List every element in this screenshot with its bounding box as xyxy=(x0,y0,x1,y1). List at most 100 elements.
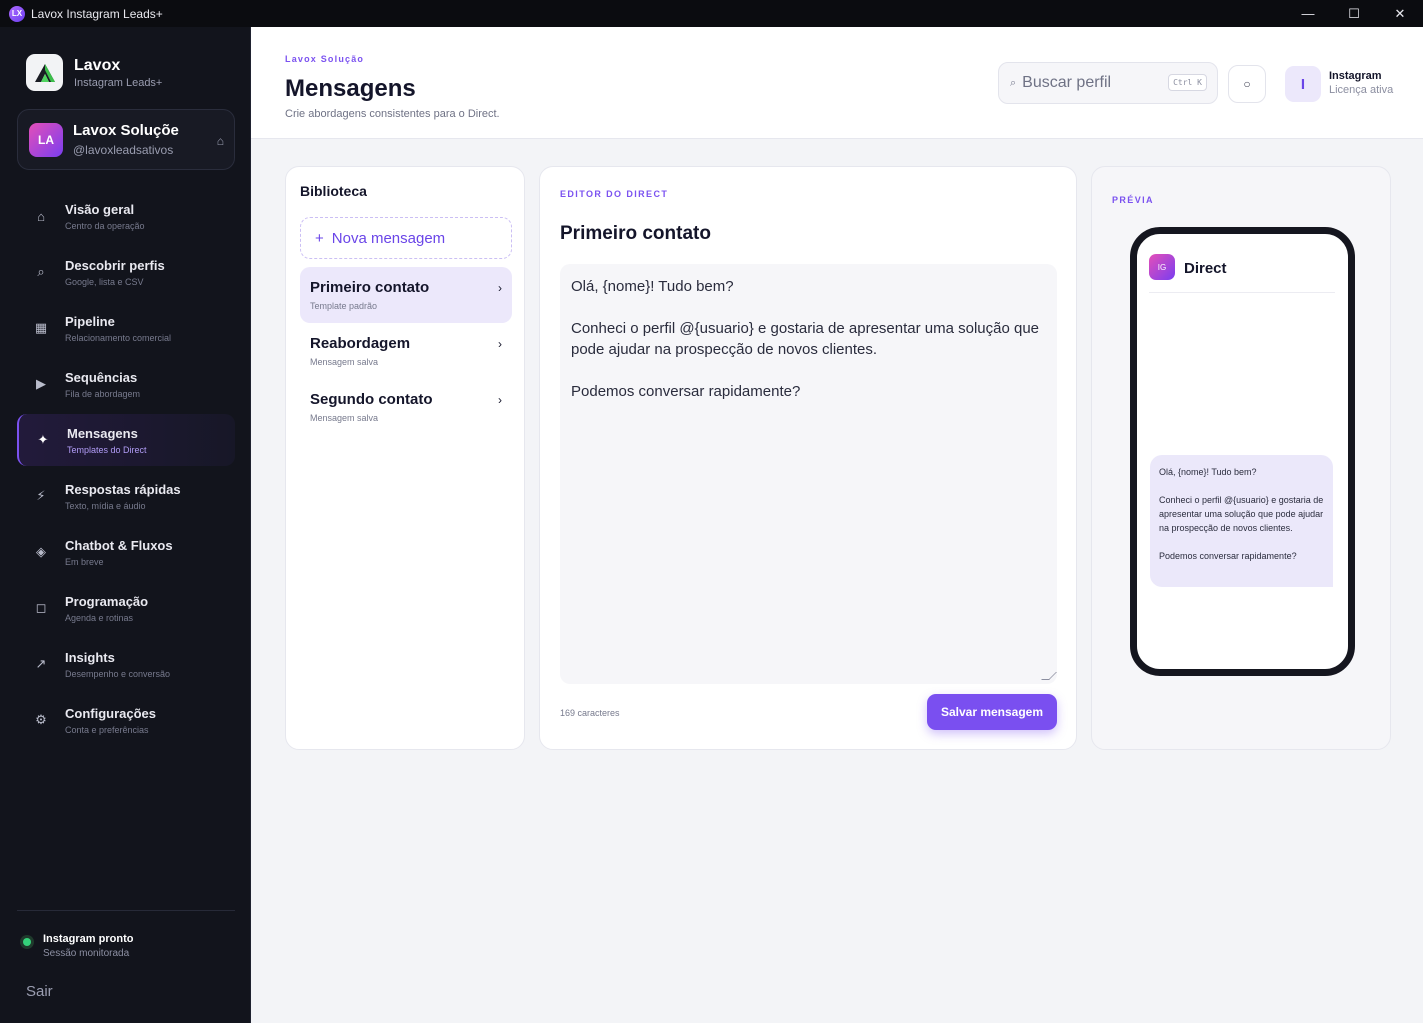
editor-panel: EDITOR DO DIRECT Primeiro contato Olá, {… xyxy=(539,166,1077,750)
configuracoes-icon: ⚙ xyxy=(35,712,47,727)
sidebar-item-programacao[interactable]: ◻ Programação Agenda e rotinas xyxy=(17,582,235,634)
message-textarea[interactable]: Olá, {nome}! Tudo bem? Conheci o perfil … xyxy=(560,264,1057,684)
license-info: Instagram Licença ativa xyxy=(1329,70,1393,96)
instagram-status: Instagram pronto Sessão monitorada xyxy=(20,933,133,959)
window-controls: — ☐ ✕ xyxy=(1285,0,1423,27)
new-message-button[interactable]: + Nova mensagem xyxy=(300,217,512,259)
close-button[interactable]: ✕ xyxy=(1377,0,1423,27)
account-switcher[interactable]: LA Lavox Soluçõe @lavoxleadsativos ⌂ xyxy=(17,109,235,170)
refresh-icon: ○ xyxy=(1243,77,1251,91)
template-item[interactable]: Primeiro contato Template padrão › xyxy=(300,267,512,323)
minimize-button[interactable]: — xyxy=(1285,0,1331,27)
sidebar-item-sequencias[interactable]: ▶ Sequências Fila de abordagem xyxy=(17,358,235,410)
sidebar-item-sub: Google, lista e CSV xyxy=(65,276,144,287)
library-title: Biblioteca xyxy=(300,183,367,199)
template-type: Mensagem salva xyxy=(310,357,379,367)
sidebar-item-configuracoes[interactable]: ⚙ Configurações Conta e preferências xyxy=(17,694,235,746)
maximize-button[interactable]: ☐ xyxy=(1331,0,1377,27)
mensagens-icon: ✦ xyxy=(37,432,49,447)
sidebar-item-sub: Desempenho e conversão xyxy=(65,668,171,679)
editor-eyebrow: EDITOR DO DIRECT xyxy=(560,189,669,199)
license-status: Licença ativa xyxy=(1329,84,1394,96)
logout-button[interactable]: Sair xyxy=(26,983,53,1000)
template-name: Primeiro contato xyxy=(310,279,430,296)
chevron-right-icon: › xyxy=(498,393,502,407)
template-type: Mensagem salva xyxy=(310,413,379,423)
template-item[interactable]: Segundo contato Mensagem salva › xyxy=(300,379,512,435)
sidebar-item-sub: Centro da operação xyxy=(65,220,145,231)
preview-eyebrow: PRÉVIA xyxy=(1112,195,1154,205)
sidebar-item-sub: Templates do Direct xyxy=(67,444,147,455)
sidebar-item-label: Visão geral xyxy=(65,201,135,217)
page-subtitle: Crie abordagens consistentes para o Dire… xyxy=(285,108,500,120)
search-box: ⌕ Ctrl K xyxy=(998,62,1218,104)
chevron-right-icon: › xyxy=(498,281,502,295)
save-message-button[interactable]: Salvar mensagem xyxy=(927,694,1057,730)
descobrir-perfis-icon: ⌕ xyxy=(37,264,45,279)
sidebar-item-mensagens[interactable]: ✦ Mensagens Templates do Direct xyxy=(17,414,235,466)
sidebar-item-label: Mensagens xyxy=(67,425,138,441)
visao-geral-icon: ⌂ xyxy=(37,208,45,224)
brand-subtitle: Instagram Leads+ xyxy=(74,76,163,89)
preview-panel: PRÉVIA IG Direct Olá, {nome}! Tudo bem? … xyxy=(1091,166,1391,750)
home-icon[interactable]: ⌂ xyxy=(217,134,224,148)
sidebar-item-label: Descobrir perfis xyxy=(65,257,165,273)
template-name: Reabordagem xyxy=(310,335,411,352)
chevron-right-icon: › xyxy=(498,337,502,351)
instagram-icon: IG xyxy=(1149,254,1175,280)
account-name: Lavox Soluçõe xyxy=(73,122,179,139)
search-shortcut: Ctrl K xyxy=(1168,74,1207,91)
search-input[interactable] xyxy=(1022,74,1153,92)
library-panel: Biblioteca + Nova mensagem Primeiro cont… xyxy=(285,166,525,750)
sidebar-item-label: Sequências xyxy=(65,369,138,385)
sidebar-item-label: Chatbot & Fluxos xyxy=(65,537,173,553)
window-title: Lavox Instagram Leads+ xyxy=(31,6,163,21)
app-logo-icon: LX xyxy=(9,5,25,22)
template-type: Template padrão xyxy=(310,301,378,311)
brand-logo-icon xyxy=(26,54,63,91)
refresh-button[interactable]: ○ xyxy=(1228,65,1266,103)
sidebar-nav: ⌂ Visão geral Centro da operação ⌕ Descobrir… xyxy=(17,190,235,750)
status-title: Instagram pronto xyxy=(43,933,134,945)
message-preview-bubble: Olá, {nome}! Tudo bem? Conheci o perfil … xyxy=(1150,455,1333,587)
sidebar-item-label: Insights xyxy=(65,649,115,665)
sidebar-item-label: Configurações xyxy=(65,705,157,721)
sidebar-item-respostas-rapidas[interactable]: ⚡ Respostas rápidas Texto, mídia e áudio xyxy=(17,470,235,522)
page-eyebrow: Lavox Solução xyxy=(285,54,365,64)
search-icon: ⌕ xyxy=(1010,76,1017,89)
sidebar-item-sub: Agenda e rotinas xyxy=(65,612,134,623)
phone-mockup: IG Direct Olá, {nome}! Tudo bem? Conheci… xyxy=(1130,227,1355,676)
account-handle: @lavoxleadsativos xyxy=(73,143,174,157)
status-indicator-icon xyxy=(20,935,34,949)
sidebar-item-visao-geral[interactable]: ⌂ Visão geral Centro da operação xyxy=(17,190,235,242)
license-avatar[interactable]: I xyxy=(1285,66,1321,102)
respostas-rapidas-icon: ⚡ xyxy=(36,488,46,503)
brand: Lavox Instagram Leads+ xyxy=(26,54,162,91)
plus-icon: + xyxy=(315,229,324,247)
window-titlebar: LX Lavox Instagram Leads+ — ☐ ✕ xyxy=(0,0,1423,27)
status-subtitle: Sessão monitorada xyxy=(43,948,130,959)
editor-title: Primeiro contato xyxy=(560,223,711,244)
sidebar-item-label: Pipeline xyxy=(65,313,115,329)
sidebar-item-chatbot-fluxos[interactable]: ◈ Chatbot & Fluxos Em breve xyxy=(17,526,235,578)
account-avatar: LA xyxy=(29,122,63,157)
sidebar-item-pipeline[interactable]: ▦ Pipeline Relacionamento comercial xyxy=(17,302,235,354)
pipeline-icon: ▦ xyxy=(34,320,48,335)
brand-name: Lavox xyxy=(74,56,121,74)
sequencias-icon: ▶ xyxy=(36,376,46,391)
template-item[interactable]: Reabordagem Mensagem salva › xyxy=(300,323,512,379)
character-count: 169 caracteres xyxy=(560,708,620,718)
resize-handle[interactable] xyxy=(1041,672,1057,680)
direct-title: Direct xyxy=(1184,260,1227,277)
insights-icon: ↗ xyxy=(35,656,47,671)
sidebar-item-descobrir-perfis[interactable]: ⌕ Descobrir perfis Google, lista e CSV xyxy=(17,246,235,298)
sidebar-item-sub: Relacionamento comercial xyxy=(65,332,172,343)
sidebar-item-sub: Texto, mídia e áudio xyxy=(65,500,146,511)
sidebar-item-sub: Conta e preferências xyxy=(65,724,149,735)
new-message-label: Nova mensagem xyxy=(331,229,446,247)
sidebar-item-insights[interactable]: ↗ Insights Desempenho e conversão xyxy=(17,638,235,690)
programacao-icon: ◻ xyxy=(35,600,47,615)
sidebar-divider xyxy=(17,910,235,911)
chatbot-fluxos-icon: ◈ xyxy=(36,544,46,559)
page-title: Mensagens xyxy=(285,75,416,102)
